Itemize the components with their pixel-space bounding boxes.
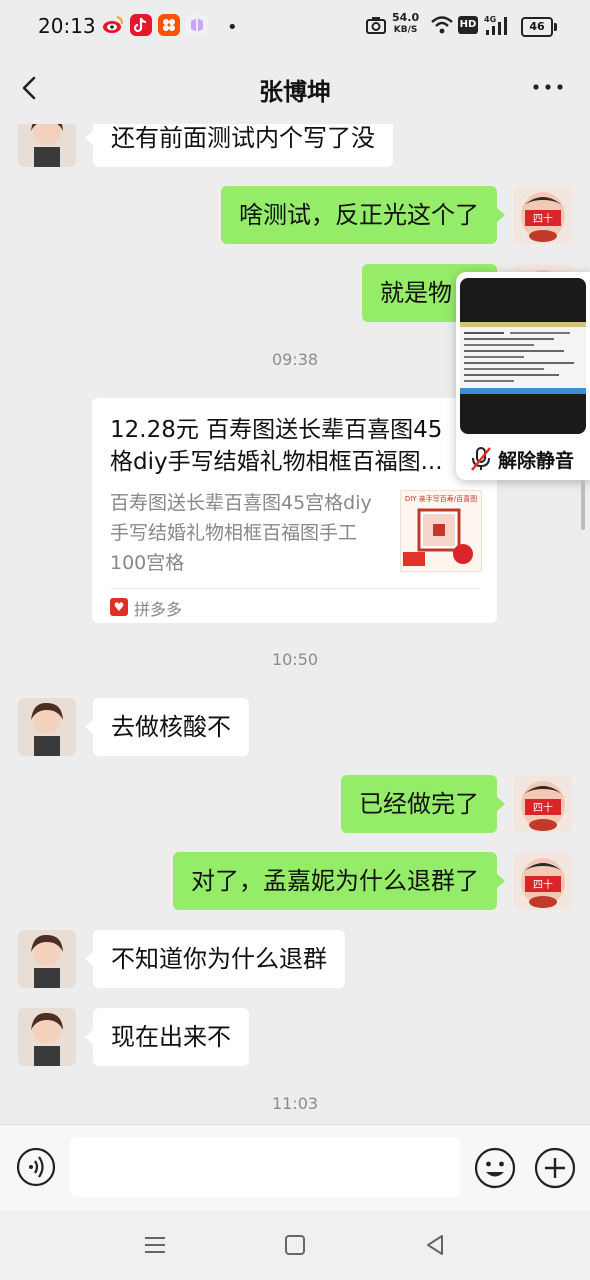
link-card-source: 拼多多 [134,600,183,619]
status-bar: 20:13 • 54.0 KB/S HD 4G 46 [0,0,590,52]
message-bubble-incoming[interactable]: 去做核酸不 [93,698,249,756]
link-card-title-line1: 12.28元 百寿图送长辈百喜图45 [110,417,443,443]
contact-avatar[interactable] [18,698,76,756]
weibo-icon [102,14,124,36]
link-card-thumbnail: DIY 亲手写百寿/百喜图 [400,490,482,572]
link-card[interactable]: 12.28元 百寿图送长辈百喜图45 格diy手写结婚礼物相框百福图... 百寿… [92,398,497,623]
link-card-title: 12.28元 百寿图送长辈百喜图45 格diy手写结婚礼物相框百福图... [110,414,450,478]
input-bar [0,1124,590,1211]
douyin-icon [130,14,152,36]
back-triangle-icon [427,1235,443,1255]
message-bubble-incoming[interactable]: 现在出来不 [93,1008,249,1066]
taobao-icon [158,14,180,36]
my-avatar[interactable]: 四十 [514,852,572,910]
back-nav-button[interactable] [420,1230,450,1260]
contact-avatar[interactable] [18,930,76,988]
net-speed-unit: KB/S [393,25,418,35]
message-bubble-incoming[interactable]: 还有前面测试内个写了没 [93,124,393,167]
status-dot: • [227,17,238,38]
4g-signal-icon: 4G [484,14,512,36]
my-avatar[interactable]: 四十 [514,186,572,244]
wifi-icon [430,15,454,35]
net-speed: 54.0 KB/S [392,12,419,36]
menu-nav-button[interactable] [140,1230,170,1260]
pinduoduo-icon: ♥ [110,598,128,616]
status-time: 20:13 [38,14,96,38]
bubble-tail [497,874,505,888]
more-functions-button[interactable] [534,1147,576,1189]
voice-icon [16,1147,56,1187]
thumbnail-caption: DIY 亲手写百寿/百喜图 [404,495,478,503]
shared-document-preview [460,322,586,394]
message-bubble-outgoing[interactable]: 已经做完了 [341,775,497,833]
emoji-icon [474,1147,516,1189]
svg-text:四十: 四十 [533,878,553,891]
home-nav-button[interactable] [280,1230,310,1260]
message-bubble-outgoing[interactable]: 啥测试，反正光这个了 [221,186,497,244]
grid-frame-icon [403,508,473,566]
voice-input-button[interactable] [16,1147,56,1187]
message-bubble-outgoing[interactable]: 对了，孟嘉妮为什么退群了 [173,852,497,910]
emoji-button[interactable] [474,1147,516,1189]
more-dots-icon [533,84,563,90]
bubble-tail [85,131,93,145]
shared-screen-preview[interactable] [460,278,586,434]
floating-call-window[interactable]: 解除静音 [456,272,590,480]
divider [110,588,480,589]
message-input[interactable] [70,1137,460,1197]
message-bubble-incoming[interactable]: 不知道你为什么退群 [93,930,345,988]
net-speed-value: 54.0 [392,11,420,24]
contact-avatar[interactable] [18,1008,76,1066]
more-button[interactable] [530,72,566,102]
plus-icon [534,1147,576,1189]
miniapp-icon [186,14,208,36]
chat-header: 张博坤 [0,52,590,124]
bubble-tail [85,1030,93,1044]
svg-text:四十: 四十 [533,801,553,814]
battery-indicator: 46 [521,17,557,37]
scrollbar[interactable] [581,480,585,530]
svg-text:4G: 4G [484,15,496,24]
bubble-tail [85,952,93,966]
system-nav-bar [0,1210,590,1280]
mic-muted-icon[interactable] [470,446,492,472]
home-square-icon [285,1235,305,1255]
link-card-description: 百寿图送长辈百喜图45宫格diy手写结婚礼物相框百福图手工100宫格 [110,492,372,574]
message-timestamp: 11:03 [271,1094,319,1113]
hd-icon: HD [458,16,478,34]
message-timestamp: 10:50 [271,650,319,669]
menu-icon [145,1237,165,1253]
bubble-tail [497,797,505,811]
link-card-title-line2: 格diy手写结婚礼物相框百福图... [110,449,443,475]
bubble-tail [497,208,505,222]
contact-avatar[interactable] [18,124,76,167]
unmute-label[interactable]: 解除静音 [498,446,574,473]
bubble-tail [85,720,93,734]
svg-text:四十: 四十 [533,212,553,225]
my-avatar[interactable]: 四十 [514,775,572,833]
chat-title: 张博坤 [259,78,331,106]
camera-icon [366,16,386,34]
